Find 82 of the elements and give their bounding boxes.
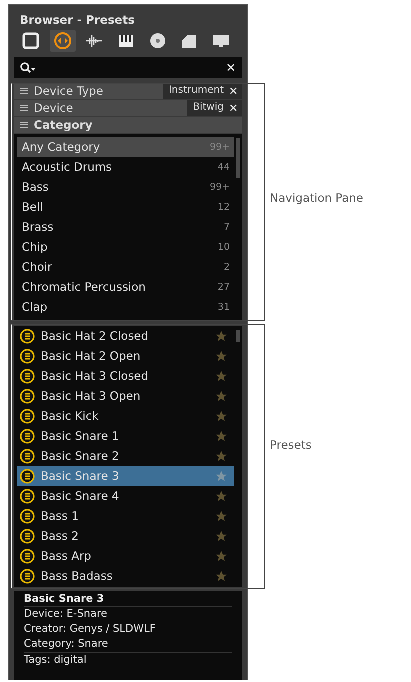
star-icon[interactable] bbox=[215, 570, 228, 582]
preset-item[interactable]: Basic Snare 1 bbox=[17, 426, 234, 446]
preset-item[interactable]: Basic Hat 3 Open bbox=[17, 386, 234, 406]
star-icon[interactable] bbox=[215, 430, 228, 442]
panel-icon[interactable] bbox=[22, 32, 40, 50]
preset-icon bbox=[20, 348, 35, 364]
star-icon[interactable] bbox=[215, 550, 228, 562]
star-icon[interactable] bbox=[215, 330, 228, 342]
drag-handle-icon[interactable] bbox=[20, 122, 28, 128]
star-icon[interactable] bbox=[215, 350, 228, 362]
keys-icon[interactable] bbox=[117, 32, 136, 50]
preset-item[interactable]: Basic Snare 3 bbox=[17, 466, 234, 486]
search-field[interactable]: ✕ bbox=[14, 57, 242, 78]
remove-filter-button[interactable]: ✕ bbox=[227, 83, 242, 99]
preset-icon bbox=[20, 428, 35, 444]
filter-header[interactable]: Device Type Instrument ✕ bbox=[14, 83, 242, 99]
preset-item[interactable]: Basic Kick bbox=[17, 406, 234, 426]
callout-label: Presets bbox=[270, 438, 312, 452]
preset-icon bbox=[20, 468, 35, 484]
preset-icon bbox=[20, 408, 35, 424]
filter-value: Bitwig bbox=[187, 100, 227, 116]
category-item[interactable]: Choir 2 bbox=[17, 257, 234, 277]
preset-item[interactable]: Basic Hat 2 Closed bbox=[17, 326, 234, 346]
category-item[interactable]: Bell 12 bbox=[17, 197, 234, 217]
category-item[interactable]: Clap 31 bbox=[17, 297, 234, 317]
category-item[interactable]: Brass 7 bbox=[17, 217, 234, 237]
category-item[interactable]: Chromatic Percussion 27 bbox=[17, 277, 234, 297]
disc-icon[interactable] bbox=[148, 32, 167, 50]
star-icon[interactable] bbox=[215, 370, 228, 382]
star-icon[interactable] bbox=[215, 510, 228, 522]
star-icon[interactable] bbox=[215, 470, 228, 482]
preset-icon bbox=[20, 328, 35, 344]
preset-item[interactable]: Basic Hat 3 Closed bbox=[17, 366, 234, 386]
filter-label: Category bbox=[34, 118, 94, 132]
star-icon[interactable] bbox=[215, 450, 228, 462]
preset-icon bbox=[20, 488, 35, 504]
preset-icon bbox=[20, 388, 35, 404]
device-icon[interactable] bbox=[54, 32, 72, 50]
preset-item[interactable]: Bass 1 bbox=[17, 506, 234, 526]
remove-filter-button[interactable]: ✕ bbox=[227, 100, 242, 116]
scrollbar[interactable] bbox=[236, 138, 240, 178]
star-icon[interactable] bbox=[215, 390, 228, 402]
category-item[interactable]: Chip 10 bbox=[17, 237, 234, 257]
star-icon[interactable] bbox=[215, 530, 228, 542]
preset-title: Basic Snare 3 bbox=[24, 593, 232, 607]
search-icon[interactable] bbox=[20, 62, 36, 74]
preset-detail: Creator: Genys / SLDWLF bbox=[24, 622, 157, 637]
category-item[interactable]: Any Category 99+ bbox=[17, 137, 234, 157]
preset-icon bbox=[20, 528, 35, 544]
star-icon[interactable] bbox=[215, 410, 228, 422]
preset-detail: Device: E-Snare bbox=[24, 607, 109, 622]
device-tab[interactable] bbox=[50, 30, 76, 52]
category-item[interactable]: Acoustic Drums 44 bbox=[17, 157, 234, 177]
filter-value: Instrument bbox=[162, 83, 227, 99]
window-title: Browser - Presets bbox=[19, 12, 136, 29]
drag-handle-icon[interactable] bbox=[20, 88, 28, 94]
preset-icon bbox=[20, 448, 35, 464]
preset-item[interactable]: Bass Badass bbox=[17, 566, 234, 586]
preset-icon bbox=[20, 548, 35, 564]
scrollbar[interactable] bbox=[236, 330, 240, 342]
star-icon[interactable] bbox=[215, 490, 228, 502]
preset-item[interactable]: Basic Snare 2 bbox=[17, 446, 234, 466]
preset-icon bbox=[20, 508, 35, 524]
preset-icon bbox=[20, 368, 35, 384]
drag-handle-icon[interactable] bbox=[20, 105, 28, 111]
preset-icon bbox=[20, 568, 35, 584]
preset-tags: Tags: digital bbox=[24, 652, 232, 668]
preset-item[interactable]: Basic Snare 4 bbox=[17, 486, 234, 506]
filter-label: Device Type bbox=[34, 84, 104, 98]
category-item[interactable]: Bass 99+ bbox=[17, 177, 234, 197]
clear-button[interactable]: ✕ bbox=[226, 60, 236, 74]
filter-header[interactable]: Device Bitwig ✕ bbox=[14, 100, 242, 116]
preset-item[interactable]: Bass 2 bbox=[17, 526, 234, 546]
clip-icon[interactable] bbox=[180, 32, 198, 50]
preset-item[interactable]: Bass Arp bbox=[17, 546, 234, 566]
preset-item[interactable]: Basic Hat 2 Open bbox=[17, 346, 234, 366]
preset-detail: Category: Snare bbox=[24, 637, 110, 652]
sample-icon[interactable] bbox=[85, 32, 104, 50]
screen-icon[interactable] bbox=[212, 32, 230, 50]
filter-header[interactable]: Category bbox=[14, 117, 242, 133]
callout-label: Navigation Pane bbox=[270, 191, 364, 205]
filter-label: Device bbox=[34, 101, 74, 115]
